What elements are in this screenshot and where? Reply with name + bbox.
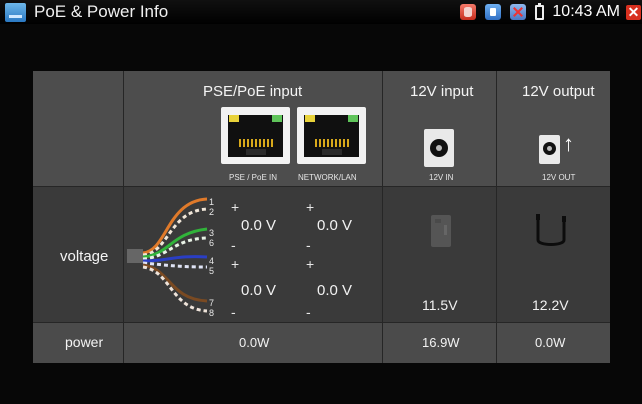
power-row xyxy=(33,322,610,363)
pin-label: 3 xyxy=(209,228,215,238)
minus-sign: - xyxy=(231,237,236,253)
divider xyxy=(33,322,610,323)
lan-port-label: NETWORK/LAN xyxy=(298,173,357,182)
pin-label: 6 xyxy=(209,238,215,248)
divider xyxy=(496,71,497,363)
pse-pair2-voltage: 0.0 V xyxy=(241,282,277,299)
pin-label: 2 xyxy=(209,207,215,217)
plus-sign: + xyxy=(231,199,240,215)
info-icon xyxy=(485,4,502,20)
pin-label: 5 xyxy=(209,266,215,276)
power-adapter-icon xyxy=(431,215,451,247)
12v-in-label: 12V IN xyxy=(429,173,454,182)
minus-sign: - xyxy=(306,237,311,253)
lan-pair2-voltage: 0.0 V xyxy=(317,282,353,299)
dc-cable-icon xyxy=(536,214,566,246)
12v-input-voltage: 11.5V xyxy=(422,297,458,313)
lan-pair1-voltage: 0.0 V xyxy=(317,217,353,234)
power-label: power xyxy=(65,334,104,350)
poe-power-value: 0.0W xyxy=(239,335,270,350)
plus-sign: + xyxy=(306,256,315,272)
plus-sign: + xyxy=(306,199,315,215)
minus-sign: - xyxy=(231,304,236,320)
pin-label: 7 xyxy=(209,298,215,308)
header-12v-input: 12V input xyxy=(410,83,474,100)
app-icon xyxy=(5,2,26,22)
pin-label: 8 xyxy=(209,308,215,318)
voltage-row xyxy=(33,186,610,322)
cable-wires-icon xyxy=(127,197,208,313)
header-poe-input: PSE/PoE input xyxy=(203,83,303,100)
divider xyxy=(123,71,124,363)
usb-icon xyxy=(510,4,527,20)
window-title: PoE & Power Info xyxy=(34,2,169,21)
minus-sign: - xyxy=(306,304,311,320)
header-12v-output: 12V output xyxy=(522,83,595,100)
12v-input-power: 16.9W xyxy=(422,335,460,350)
pse-poe-port-icon xyxy=(221,107,290,164)
divider xyxy=(382,71,383,363)
close-icon[interactable]: ✕ xyxy=(626,4,641,20)
12v-out-label: 12V OUT xyxy=(542,173,576,182)
pin-label: 1 xyxy=(209,197,215,207)
12v-output-voltage: 12.2V xyxy=(532,297,569,313)
status-icons: 10:43 AM ✕ xyxy=(460,0,642,24)
poe-power-table: PSE/PoE input 12V input 12V output PSE /… xyxy=(33,71,610,363)
pse-pair1-voltage: 0.0 V xyxy=(241,217,277,234)
dc-output-jack-icon xyxy=(539,135,560,164)
plus-sign: + xyxy=(231,256,240,272)
network-lan-port-icon xyxy=(297,107,366,164)
status-bar: PoE & Power Info 10:43 AM ✕ xyxy=(0,0,642,24)
clock: 10:43 AM xyxy=(552,3,620,20)
pin-label: 4 xyxy=(209,256,215,266)
divider xyxy=(33,186,610,187)
voltage-label: voltage xyxy=(60,248,109,265)
battery-icon xyxy=(535,2,545,20)
pse-port-label: PSE / PoE IN xyxy=(229,173,278,182)
arrow-up-icon: ↑ xyxy=(563,131,574,156)
database-icon xyxy=(460,4,477,20)
12v-output-power: 0.0W xyxy=(535,335,566,350)
dc-input-jack-icon xyxy=(424,129,454,167)
